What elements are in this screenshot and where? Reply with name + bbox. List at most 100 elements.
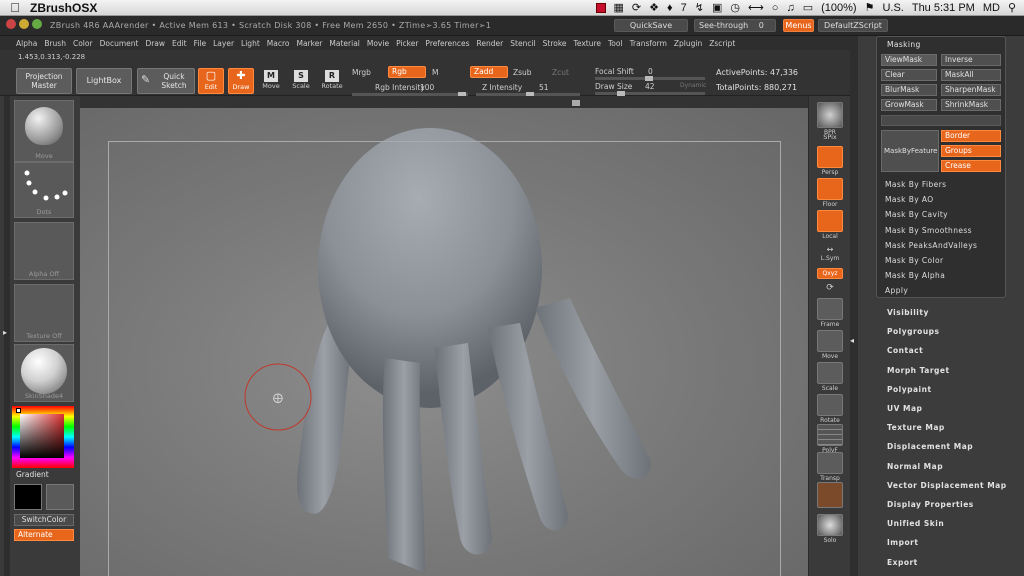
- activity-icon[interactable]: ↯: [695, 1, 704, 14]
- apple-icon[interactable]: : [0, 0, 30, 15]
- zcut-button[interactable]: Zcut: [552, 68, 569, 77]
- transp-button[interactable]: Transp: [817, 452, 843, 482]
- gradient-label[interactable]: Gradient: [16, 470, 49, 479]
- subpalette-displacement-map[interactable]: Displacement Map: [887, 442, 973, 451]
- draw-size-slider[interactable]: [595, 91, 705, 96]
- dropbox-icon[interactable]: ❖: [649, 1, 659, 14]
- subpalette-polypaint[interactable]: Polypaint: [887, 385, 932, 394]
- minimize-window-icon[interactable]: [19, 19, 29, 29]
- inverse-button[interactable]: Inverse: [941, 54, 1001, 66]
- persp-button[interactable]: Persp: [817, 146, 843, 176]
- clock[interactable]: Thu 5:31 PM: [912, 2, 975, 14]
- stroke-selector[interactable]: Dots: [14, 162, 74, 218]
- maskbyfeature-button[interactable]: MaskByFeature: [881, 130, 939, 172]
- see-through-slider[interactable]: See-through 0: [694, 19, 776, 32]
- canvas-scroll-knob[interactable]: [572, 100, 580, 106]
- m-button[interactable]: M: [432, 68, 438, 77]
- lightbox-button[interactable]: LightBox: [76, 68, 132, 94]
- subpalette-uv-map[interactable]: UV Map: [887, 404, 922, 413]
- menu-texture[interactable]: Texture: [574, 39, 601, 48]
- menu-movie[interactable]: Movie: [367, 39, 389, 48]
- rotate-button[interactable]: R Rotate: [318, 68, 346, 94]
- subpalette-import[interactable]: Import: [887, 538, 918, 547]
- subpalette-texture-map[interactable]: Texture Map: [887, 423, 945, 432]
- subpalette-display-properties[interactable]: Display Properties: [887, 500, 974, 509]
- menu-render[interactable]: Render: [477, 39, 504, 48]
- polyf-button[interactable]: PolyF: [817, 424, 843, 454]
- bluetooth-icon[interactable]: ⟷: [748, 1, 764, 14]
- menu-transform[interactable]: Transform: [630, 39, 667, 48]
- menu-layer[interactable]: Layer: [213, 39, 234, 48]
- alternate-button[interactable]: Alternate: [14, 529, 74, 541]
- tray-arrow-icon[interactable]: ▸: [3, 328, 7, 337]
- material-selector[interactable]: SkinShade4: [14, 344, 74, 402]
- quicksave-button[interactable]: QuickSave: [614, 19, 688, 32]
- scale-button[interactable]: S Scale: [288, 68, 314, 94]
- record-icon[interactable]: [595, 2, 606, 13]
- airplay-icon[interactable]: ▣: [712, 1, 722, 14]
- mask-item-mask-by-color[interactable]: Mask By Color: [885, 256, 943, 265]
- mask-blur-slider[interactable]: [881, 115, 1001, 126]
- mask-item-mask-by-alpha[interactable]: Mask By Alpha: [885, 271, 945, 280]
- subpalette-polygroups[interactable]: Polygroups: [887, 327, 940, 336]
- mrgb-button[interactable]: Mrgb: [352, 68, 371, 77]
- subpalette-export[interactable]: Export: [887, 558, 918, 567]
- app-name[interactable]: ZBrushOSX: [30, 1, 97, 15]
- default-zscript-button[interactable]: DefaultZScript: [818, 19, 888, 32]
- menu-brush[interactable]: Brush: [44, 39, 66, 48]
- lsym-button[interactable]: ↔ L.Sym: [817, 244, 843, 262]
- subpalette-morph-target[interactable]: Morph Target: [887, 366, 950, 375]
- user-name[interactable]: MD: [983, 2, 1000, 14]
- spotlight-icon[interactable]: ⚲: [1008, 1, 1016, 14]
- menu-alpha[interactable]: Alpha: [16, 39, 37, 48]
- maskall-button[interactable]: MaskAll: [941, 69, 1001, 81]
- crease-toggle[interactable]: Crease: [941, 160, 1001, 172]
- groups-toggle[interactable]: Groups: [941, 145, 1001, 157]
- dynamic-toggle[interactable]: Dynamic: [680, 82, 706, 89]
- mask-item-mask-by-ao[interactable]: Mask By AO: [885, 195, 934, 204]
- input-language[interactable]: U.S.: [882, 2, 903, 14]
- menu-zplugin[interactable]: Zplugin: [674, 39, 702, 48]
- secondary-color-swatch[interactable]: [46, 484, 74, 510]
- edit-button[interactable]: ▢ Edit: [198, 68, 224, 94]
- solo-button[interactable]: Solo: [817, 514, 843, 544]
- bpr-button[interactable]: BPR: [817, 102, 843, 136]
- texture-selector[interactable]: Texture Off: [14, 284, 74, 342]
- rotate-view-button[interactable]: Rotate: [817, 394, 843, 424]
- volume-icon[interactable]: ♫: [786, 2, 794, 14]
- color-picker[interactable]: [12, 406, 74, 468]
- subpalette-visibility[interactable]: Visibility: [887, 308, 929, 317]
- blurmask-button[interactable]: BlurMask: [881, 84, 937, 96]
- menu-draw[interactable]: Draw: [145, 39, 165, 48]
- projection-master-button[interactable]: Projection Master: [16, 68, 72, 94]
- menus-button[interactable]: Menus: [783, 19, 814, 32]
- menu-tool[interactable]: Tool: [608, 39, 623, 48]
- switch-color-button[interactable]: SwitchColor: [14, 514, 74, 526]
- zadd-button[interactable]: Zadd: [470, 66, 508, 78]
- frame-button[interactable]: Frame: [817, 298, 843, 328]
- menu-light[interactable]: Light: [241, 39, 260, 48]
- clear-mask-button[interactable]: Clear: [881, 69, 937, 81]
- menu-picker[interactable]: Picker: [396, 39, 418, 48]
- focal-shift-knob[interactable]: [645, 76, 653, 81]
- menu-material[interactable]: Material: [329, 39, 359, 48]
- focal-shift-slider[interactable]: [595, 76, 705, 81]
- mask-item-apply[interactable]: Apply: [885, 286, 908, 295]
- grid-icon[interactable]: ▦: [614, 1, 624, 14]
- menu-macro[interactable]: Macro: [267, 39, 290, 48]
- alpha-selector[interactable]: Alpha Off: [14, 222, 74, 280]
- subpalette-vector-displacement-map[interactable]: Vector Displacement Map: [887, 481, 1007, 490]
- timemachine-icon[interactable]: ◷: [730, 1, 740, 14]
- badge-count[interactable]: 7: [681, 2, 687, 14]
- sync-icon[interactable]: ⟳: [632, 1, 641, 14]
- ghost-button[interactable]: [817, 482, 843, 508]
- flag-icon[interactable]: ⚑: [865, 1, 875, 14]
- xyz-button[interactable]: Qxyz: [817, 268, 843, 279]
- border-toggle[interactable]: Border: [941, 130, 1001, 142]
- mask-item-mask-by-fibers[interactable]: Mask By Fibers: [885, 180, 947, 189]
- mask-item-mask-peaksandvalleys[interactable]: Mask PeaksAndValleys: [885, 241, 977, 250]
- close-window-icon[interactable]: [6, 19, 16, 29]
- menu-edit[interactable]: Edit: [172, 39, 187, 48]
- subpalette-normal-map[interactable]: Normal Map: [887, 462, 943, 471]
- draw-button[interactable]: ✚ Draw: [228, 68, 254, 94]
